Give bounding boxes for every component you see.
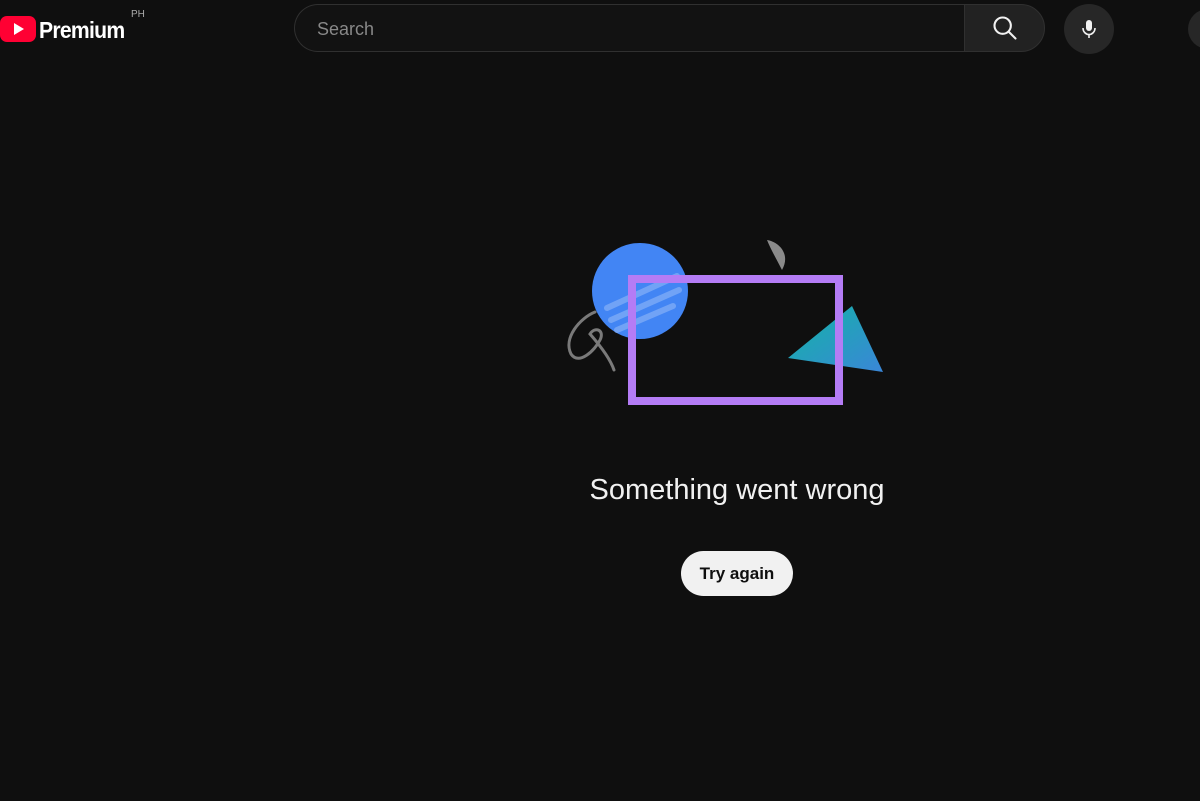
logo-text: Premium — [39, 17, 125, 43]
search-box — [294, 4, 964, 53]
youtube-premium-logo[interactable]: Premium PH — [0, 9, 145, 48]
error-illustration — [567, 240, 883, 405]
search-button[interactable] — [964, 4, 1045, 52]
microphone-icon — [1082, 20, 1096, 38]
avatar[interactable] — [1188, 9, 1200, 49]
top-bar: Premium PH — [0, 0, 1200, 60]
search-icon — [992, 16, 1017, 40]
try-again-button[interactable]: Try again — [681, 551, 793, 596]
search-input[interactable] — [315, 5, 949, 53]
youtube-play-icon — [0, 16, 36, 42]
voice-search-button[interactable] — [1064, 4, 1114, 54]
drop-shape — [767, 240, 786, 270]
country-code: PH — [131, 9, 145, 20]
error-message: Something went wrong — [589, 474, 885, 506]
